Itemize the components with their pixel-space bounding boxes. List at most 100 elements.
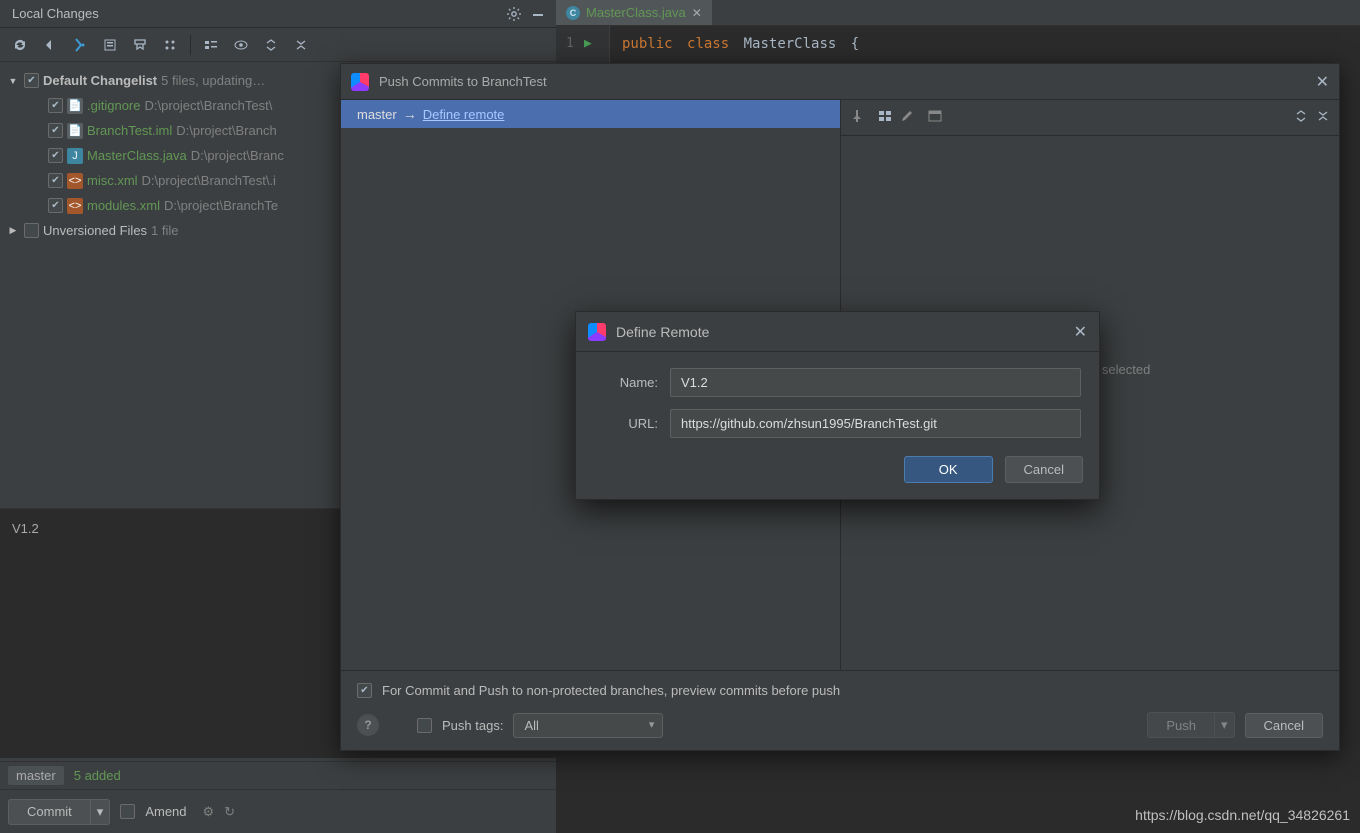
collapse-all-icon[interactable] — [287, 31, 315, 59]
file-name: MasterClass.java — [87, 148, 187, 163]
preview-icon[interactable] — [227, 31, 255, 59]
run-gutter-icon[interactable]: ▶ — [584, 36, 592, 51]
push-tags-value: All — [524, 718, 538, 733]
file-name: misc.xml — [87, 173, 138, 188]
group-icon[interactable] — [877, 108, 893, 127]
push-button[interactable]: Push — [1147, 712, 1215, 738]
commit-dropdown-button[interactable]: ▾ — [91, 799, 111, 825]
preview-commits-row: For Commit and Push to non-protected bra… — [357, 683, 1323, 698]
file-checkbox[interactable] — [48, 123, 63, 138]
define-remote-title: Define Remote — [616, 324, 1064, 340]
shelve-icon[interactable] — [126, 31, 154, 59]
preview-commits-checkbox[interactable] — [357, 683, 372, 698]
refresh-icon[interactable] — [6, 31, 34, 59]
close-icon[interactable]: ✕ — [1074, 322, 1087, 342]
chevron-down-icon[interactable]: ▼ — [6, 76, 20, 86]
java-file-icon: J — [67, 148, 83, 164]
minimize-icon[interactable] — [526, 2, 550, 26]
changelist-icon[interactable] — [96, 31, 124, 59]
gutter: 1 ▶ — [556, 26, 610, 66]
left-bottom-bar: master 5 added Commit ▾ Amend ⚙ ↻ — [0, 761, 556, 833]
pin-icon[interactable] — [849, 108, 865, 127]
layout-icon[interactable] — [927, 108, 943, 127]
ok-button[interactable]: OK — [904, 456, 993, 483]
intellij-logo-icon — [588, 323, 606, 341]
unversioned-count: 1 file — [151, 223, 178, 238]
name-label: Name: — [594, 375, 658, 390]
editor-tabs: C MasterClass.java ✕ — [556, 0, 1360, 26]
local-changes-title: Local Changes — [12, 6, 502, 21]
push-dialog-footer: For Commit and Push to non-protected bra… — [341, 670, 1339, 750]
unversioned-label: Unversioned Files — [43, 223, 147, 238]
push-tags-label: Push tags: — [442, 718, 503, 733]
intellij-logo-icon — [351, 73, 369, 91]
group-by-icon[interactable] — [156, 31, 184, 59]
url-input[interactable] — [670, 409, 1081, 438]
push-footer-actions: ? Push tags: All Push ▾ Cancel — [357, 712, 1323, 738]
local-changes-toolbar — [0, 28, 556, 62]
branch-label[interactable]: master — [8, 766, 64, 785]
changelist-checkbox[interactable] — [24, 73, 39, 88]
preview-commits-label: For Commit and Push to non-protected bra… — [382, 683, 840, 698]
name-input[interactable] — [670, 368, 1081, 397]
cancel-button[interactable]: Cancel — [1005, 456, 1083, 483]
push-dropdown-button[interactable]: ▾ — [1215, 712, 1235, 738]
xml-file-icon: <> — [67, 173, 83, 189]
push-dialog-titlebar: Push Commits to BranchTest ✕ — [341, 64, 1339, 100]
push-tags-checkbox[interactable] — [417, 718, 432, 733]
arrow-right-icon: → — [403, 106, 417, 122]
file-path: D:\project\Branc — [191, 148, 284, 163]
history-icon[interactable]: ↻ — [224, 804, 235, 820]
file-icon: 📄 — [67, 123, 83, 139]
local-branch: master — [357, 107, 397, 122]
changelist-status: 5 files, updating… — [161, 73, 265, 88]
edit-icon[interactable] — [899, 108, 915, 127]
watermark: https://blog.csdn.net/qq_34826261 — [1135, 807, 1350, 823]
expand-all-icon[interactable] — [1293, 108, 1309, 127]
class-name: MasterClass — [744, 36, 837, 52]
push-tags-select[interactable]: All — [513, 713, 663, 738]
collapse-all-icon[interactable] — [1315, 108, 1331, 127]
diff-icon[interactable] — [66, 31, 94, 59]
file-icon: 📄 — [67, 98, 83, 114]
commit-button[interactable]: Commit — [8, 799, 91, 825]
separator — [190, 35, 191, 55]
commit-message-text: V1.2 — [12, 521, 39, 536]
file-checkbox[interactable] — [48, 198, 63, 213]
amend-checkbox[interactable] — [120, 804, 135, 819]
gear-icon[interactable]: ⚙ — [203, 804, 215, 820]
commit-actions-row: Commit ▾ Amend ⚙ ↻ — [0, 789, 556, 833]
file-path: D:\project\BranchTest\.i — [142, 173, 276, 188]
close-icon[interactable]: ✕ — [1305, 72, 1329, 92]
rollback-icon[interactable] — [36, 31, 64, 59]
unversioned-checkbox[interactable] — [24, 223, 39, 238]
push-right-toolbar — [841, 100, 1339, 136]
gear-icon[interactable] — [502, 2, 526, 26]
editor-tab[interactable]: C MasterClass.java ✕ — [556, 0, 712, 25]
branch-mapping-row[interactable]: master → Define remote — [341, 100, 840, 128]
push-button-group: Push ▾ — [1147, 712, 1234, 738]
close-tab-icon[interactable]: ✕ — [692, 6, 702, 20]
code-editor[interactable]: 1 ▶ public class MasterClass { — [556, 26, 1360, 66]
chevron-right-icon[interactable]: ▶ — [6, 225, 20, 236]
define-remote-titlebar: Define Remote ✕ — [576, 312, 1099, 352]
define-remote-form: Name: URL: — [576, 352, 1099, 448]
url-label: URL: — [594, 416, 658, 431]
expand-all-icon[interactable] — [257, 31, 285, 59]
file-path: D:\project\BranchTe — [164, 198, 278, 213]
file-checkbox[interactable] — [48, 98, 63, 113]
file-name: BranchTest.iml — [87, 123, 172, 138]
push-dialog-title: Push Commits to BranchTest — [379, 74, 1295, 89]
cancel-button[interactable]: Cancel — [1245, 713, 1323, 738]
brace: { — [851, 36, 859, 52]
define-remote-link[interactable]: Define remote — [423, 107, 505, 122]
help-icon[interactable]: ? — [357, 714, 379, 736]
define-remote-actions: OK Cancel — [576, 448, 1099, 499]
code-line: public class MasterClass { — [622, 36, 859, 52]
file-checkbox[interactable] — [48, 148, 63, 163]
view-options-icon[interactable] — [197, 31, 225, 59]
file-name: modules.xml — [87, 198, 160, 213]
file-checkbox[interactable] — [48, 173, 63, 188]
file-name: .gitignore — [87, 98, 140, 113]
keyword: public — [622, 36, 673, 52]
